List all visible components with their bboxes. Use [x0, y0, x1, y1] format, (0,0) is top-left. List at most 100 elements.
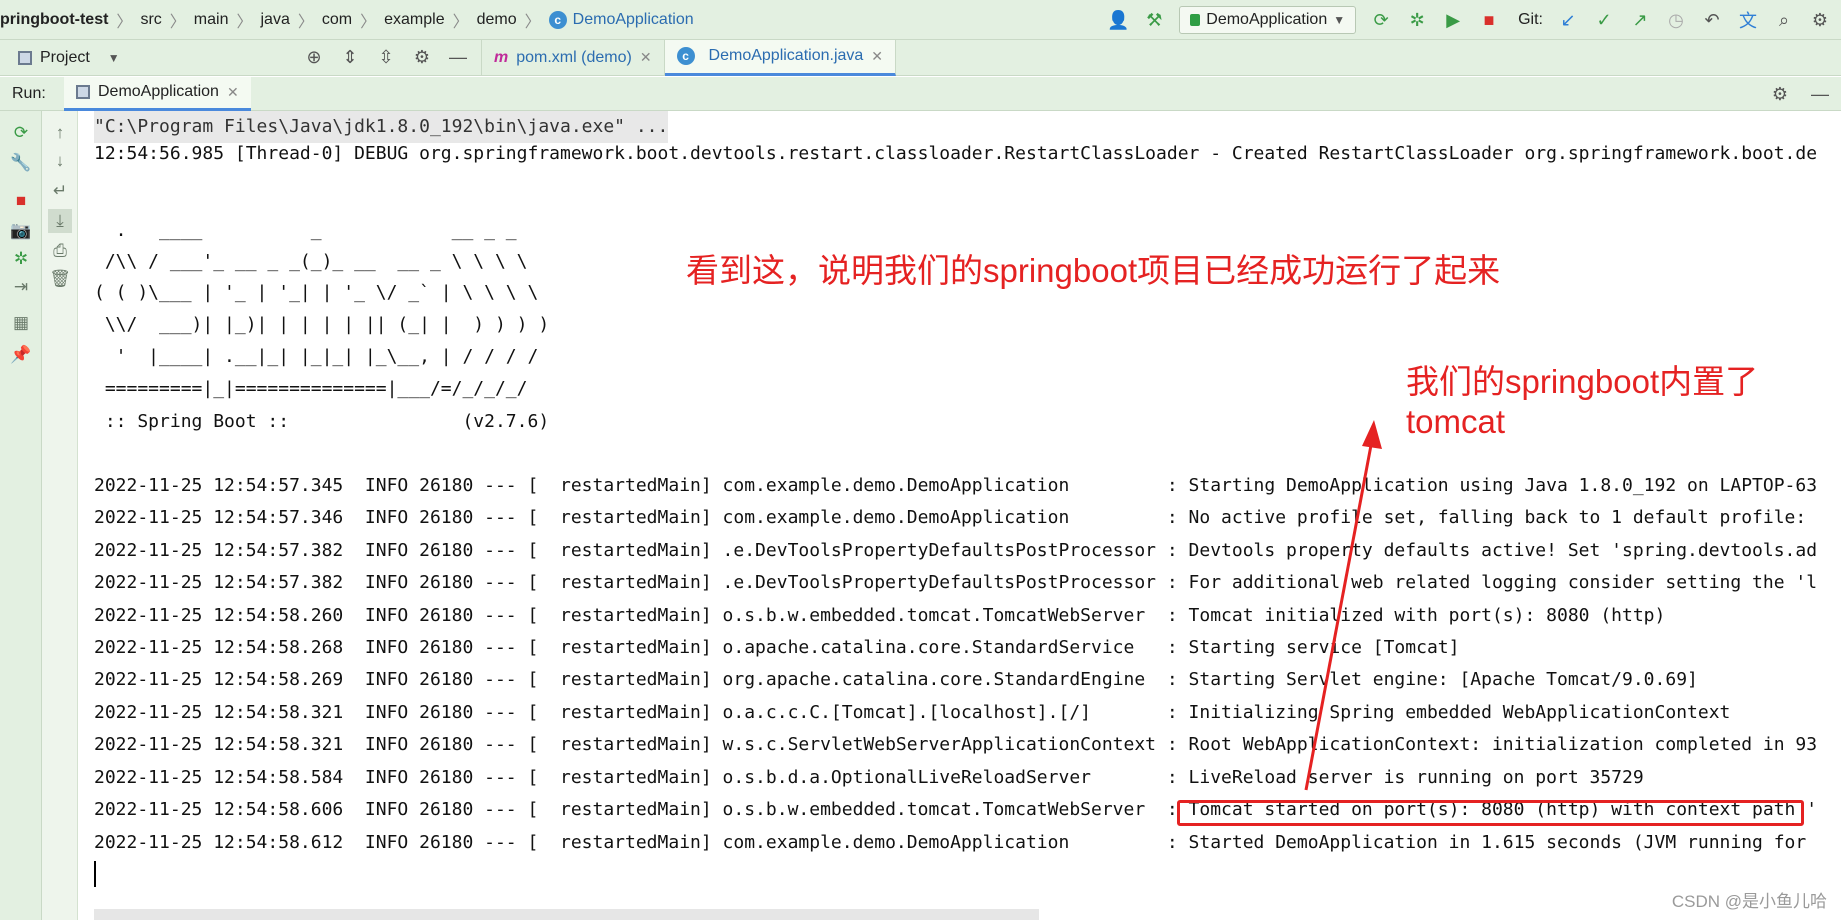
console-output[interactable]: "C:\Program Files\Java\jdk1.8.0_192\bin\…	[78, 111, 1841, 920]
minimize-icon[interactable]: —	[447, 47, 469, 69]
log-line: 2022-11-25 12:54:57.382 INFO 26180 --- […	[94, 572, 1818, 593]
coverage-icon[interactable]: ▶	[1442, 9, 1464, 31]
collapse-all-icon[interactable]: ⇳	[375, 47, 397, 69]
search-icon[interactable]: ⌕	[1773, 9, 1795, 31]
breadcrumb-item-project[interactable]: pringboot-test	[0, 11, 108, 29]
class-icon: c	[676, 47, 695, 65]
stop-icon[interactable]: ■	[9, 189, 33, 213]
soft-wrap-icon[interactable]: ↵	[48, 179, 72, 203]
run-window-tools: ⚙ —	[1769, 77, 1831, 111]
run-tab-demo-application[interactable]: DemoApplication ✕	[64, 76, 251, 111]
tab-label: pom.xml (demo)	[516, 48, 632, 66]
build-hammer-icon[interactable]: ⚒	[1143, 9, 1165, 31]
annotation-tomcat-note: 我们的springboot内置了 tomcat	[1406, 363, 1759, 440]
banner-line: . ____ _ __ _ _	[94, 220, 517, 241]
scroll-to-end-icon[interactable]: ⤓	[48, 209, 72, 233]
debug-icon[interactable]: ✲	[9, 247, 33, 271]
run-configuration-label: DemoApplication	[1206, 11, 1328, 28]
wrench-icon[interactable]: 🔧	[9, 151, 33, 175]
log-line: 2022-11-25 12:54:58.260 INFO 26180 --- […	[94, 605, 1666, 626]
history-icon[interactable]: ◷	[1665, 9, 1687, 31]
close-icon[interactable]: ✕	[227, 84, 239, 101]
chevron-right-icon: 〉	[360, 13, 377, 31]
gear-icon[interactable]: ⚙	[1769, 83, 1791, 105]
maven-icon: m	[494, 48, 509, 66]
navigation-bar: pringboot-test 〉 src 〉 main 〉 java 〉 com…	[0, 0, 1841, 40]
run-label: Run:	[12, 84, 46, 102]
arrow-up-icon[interactable]: ↑	[48, 121, 72, 145]
git-commit-icon[interactable]: ✓	[1593, 9, 1615, 31]
breadcrumb-item-current[interactable]: DemoApplication	[573, 11, 694, 29]
breadcrumb-item-com[interactable]: com	[322, 11, 352, 29]
arrow-down-icon[interactable]: ↓	[48, 149, 72, 173]
exit-icon[interactable]: ⇥	[9, 275, 33, 299]
annotation-success-note: 看到这，说明我们的springboot项目已经成功运行了起来	[686, 252, 1501, 289]
breadcrumb-item-java[interactable]: java	[260, 11, 289, 29]
rerun-icon[interactable]: ⟳	[9, 121, 33, 145]
chevron-right-icon: 〉	[452, 13, 469, 31]
run-tool-window-header: Run: DemoApplication ✕ ⚙ —	[0, 76, 1841, 111]
log-line: 2022-11-25 12:54:58.321 INFO 26180 --- […	[94, 702, 1731, 723]
user-icon[interactable]: 👤	[1107, 9, 1129, 31]
breadcrumb: pringboot-test 〉 src 〉 main 〉 java 〉 com…	[0, 8, 694, 32]
project-icon	[18, 50, 32, 65]
banner-line: ' |____| .__|_| |_|_| |_\__, | / / / /	[94, 346, 539, 367]
banner-line: \\/ ___)| |_)| | | | | || (_| | ) ) ) )	[94, 314, 550, 335]
banner-line: ( ( )\___ | '_ | '_| | '_ \/ _` | \ \ \ …	[94, 282, 539, 303]
run-config-icon	[76, 85, 90, 99]
breadcrumb-item-example[interactable]: example	[384, 11, 444, 29]
chevron-right-icon: 〉	[236, 13, 253, 31]
trash-icon[interactable]: 🗑	[48, 267, 72, 291]
stop-icon[interactable]: ■	[1478, 9, 1500, 31]
console-line: 12:54:56.985 [Thread-0] DEBUG org.spring…	[94, 143, 1818, 164]
layout-icon[interactable]: ▦	[9, 311, 33, 335]
log-line: 2022-11-25 12:54:57.346 INFO 26180 --- […	[94, 507, 1818, 528]
debug-icon[interactable]: ✲	[1406, 9, 1428, 31]
class-icon: c	[548, 10, 567, 29]
camera-icon[interactable]: 📷	[9, 219, 33, 243]
tab-demo-application-java[interactable]: c DemoApplication.java ✕	[664, 39, 897, 76]
rollback-icon[interactable]: ↶	[1701, 9, 1723, 31]
config-icon	[1190, 14, 1201, 26]
git-update-icon[interactable]: ↙	[1557, 9, 1579, 31]
chevron-down-icon: ▼	[1333, 13, 1346, 27]
text-cursor	[94, 861, 96, 887]
locate-icon[interactable]: ⊕	[303, 47, 325, 69]
project-panel-label: Project	[40, 48, 90, 66]
breadcrumb-item-src[interactable]: src	[140, 11, 161, 29]
chevron-down-icon[interactable]: ▼	[108, 51, 120, 65]
log-line: 2022-11-25 12:54:58.321 INFO 26180 --- […	[94, 734, 1818, 755]
project-panel-header[interactable]: Project ▼ ⊕ ⇕ ⇳ ⚙ —	[0, 39, 482, 76]
chevron-right-icon: 〉	[169, 13, 186, 31]
breadcrumb-item-main[interactable]: main	[194, 11, 229, 29]
expand-all-icon[interactable]: ⇕	[339, 47, 361, 69]
minimize-icon[interactable]: —	[1809, 83, 1831, 105]
print-icon[interactable]: ⎙	[48, 239, 72, 263]
run-configuration-select[interactable]: DemoApplication ▼	[1179, 6, 1357, 34]
log-line: 2022-11-25 12:54:58.584 INFO 26180 --- […	[94, 767, 1644, 788]
banner-line: =========|_|==============|___/=/_/_/_/	[94, 378, 528, 399]
run-tab-label: DemoApplication	[98, 83, 219, 100]
git-push-icon[interactable]: ↗	[1629, 9, 1651, 31]
log-line: 2022-11-25 12:54:58.612 INFO 26180 --- […	[94, 832, 1818, 853]
tab-label: DemoApplication.java	[708, 47, 864, 64]
watermark: CSDN @是小鱼儿哈	[1671, 892, 1827, 911]
run-actions-toolbar: ⟳ 🔧 ■ 📷 ✲ ⇥ ▦ 📌	[0, 111, 42, 920]
log-line: 2022-11-25 12:54:57.382 INFO 26180 --- […	[94, 540, 1818, 561]
log-line: 2022-11-25 12:54:57.345 INFO 26180 --- […	[94, 475, 1818, 496]
translate-icon[interactable]: 文	[1737, 9, 1759, 31]
git-label: Git:	[1518, 11, 1543, 28]
editor-tab-bar: Project ▼ ⊕ ⇕ ⇳ ⚙ — m pom.xml (demo) ✕ c…	[0, 39, 1841, 76]
close-icon[interactable]: ✕	[640, 49, 652, 66]
chevron-right-icon: 〉	[116, 13, 133, 31]
settings-gear-icon[interactable]: ⚙	[1809, 9, 1831, 31]
close-icon[interactable]: ✕	[871, 48, 883, 65]
breadcrumb-item-demo[interactable]: demo	[477, 11, 517, 29]
pin-icon[interactable]: 📌	[9, 343, 33, 367]
gear-icon[interactable]: ⚙	[411, 47, 433, 69]
tab-pom-xml[interactable]: m pom.xml (demo) ✕	[482, 39, 665, 76]
horizontal-scrollbar[interactable]	[94, 909, 1039, 920]
console-actions-toolbar: ↑ ↓ ↵ ⤓ ⎙ 🗑	[42, 111, 78, 920]
rerun-icon[interactable]: ⟳	[1370, 9, 1392, 31]
log-line: 2022-11-25 12:54:58.268 INFO 26180 --- […	[94, 637, 1460, 658]
